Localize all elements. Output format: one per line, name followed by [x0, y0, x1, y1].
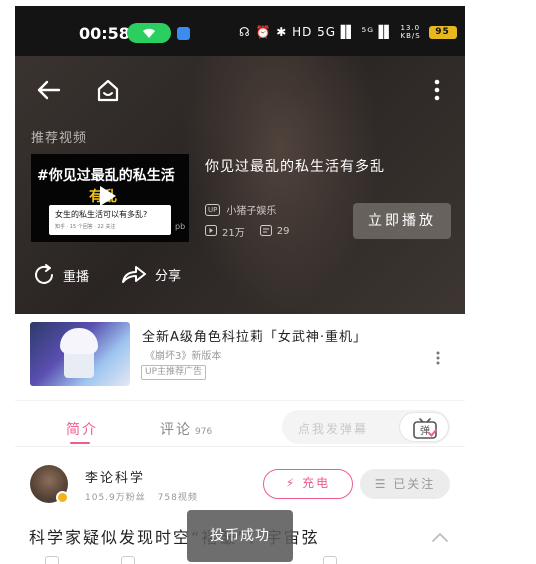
uploader-name[interactable]: 李论科学: [85, 467, 145, 486]
charge-button[interactable]: ⚡ 充电: [263, 469, 353, 499]
battery-icon: 95: [428, 25, 457, 39]
share-label: 分享: [155, 268, 182, 284]
detail-tabs: 简介 评论 976 点我发弹幕 弹: [15, 400, 465, 444]
thumbnail-question-meta: 知乎 · 15 个回答 · 22 关注: [55, 224, 116, 230]
status-bar: 00:58 ☊ ⏰ ✱ HD 5G▐▌ ⁵ᴳ▐▌ 13.0 KB/S 95: [15, 6, 465, 56]
danmaku-button-label: 弹: [420, 424, 430, 437]
network-speed: 13.0 KB/S: [400, 24, 421, 40]
thumbnail-extra-text: pb: [175, 222, 186, 231]
recommended-video-thumbnail[interactable]: #你见过最乱的私生活 有乱 女生的私生活可以有多乱? 知乎 · 15 个回答 ·…: [31, 154, 189, 242]
danmaku-toggle-button[interactable]: 弹: [399, 412, 449, 442]
video-player[interactable]: 推荐视频 #你见过最乱的私生活 有乱 女生的私生活可以有多乱? 知乎 · 15 …: [15, 56, 465, 314]
uploader-section: 李论科学 105.9万粉丝 758视频 ⚡ 充电 ☰ 已关注: [15, 446, 465, 506]
promo-character-hair: [60, 328, 98, 354]
verified-badge-icon: [56, 491, 69, 504]
danmaku-placeholder: 点我发弹幕: [298, 422, 369, 436]
danmaku-count-icon: [259, 224, 272, 239]
promo-more-icon[interactable]: [435, 350, 441, 370]
replay-label: 重播: [63, 269, 90, 285]
follow-button[interactable]: ☰ 已关注: [360, 469, 450, 499]
app-screen: 00:58 ☊ ⏰ ✱ HD 5G▐▌ ⁵ᴳ▐▌ 13.0 KB/S 95 推荐…: [15, 6, 465, 564]
promo-ad-tag: UP主推荐广告: [141, 365, 207, 380]
promo-title: 全新A级角色科拉莉「女武神·重机」: [142, 330, 368, 345]
share-icon: [122, 266, 146, 283]
back-arrow-icon[interactable]: [37, 80, 61, 104]
status-time: 00:58: [79, 24, 130, 43]
tab-intro[interactable]: 简介: [66, 419, 98, 439]
share-button[interactable]: 分享: [121, 264, 181, 284]
toast-message: 投币成功: [187, 510, 293, 562]
replay-icon: [35, 264, 53, 284]
danmaku-input[interactable]: 点我发弹幕 弹: [282, 410, 450, 444]
menu-lines-icon: ☰: [374, 477, 388, 491]
recommended-label: 推荐视频: [31, 131, 88, 146]
like-icon[interactable]: [45, 556, 59, 564]
uploader-followers: 105.9万粉丝: [85, 493, 146, 503]
status-icons: ☊ ⏰ ✱ HD 5G▐▌ ⁵ᴳ▐▌ 13.0 KB/S 95: [239, 24, 457, 40]
tab-comments[interactable]: 评论 976: [160, 419, 212, 439]
danmaku-tv-icon: 弹: [413, 418, 437, 439]
recommended-video-title[interactable]: 你见过最乱的私生活有多乱: [205, 156, 385, 176]
recommended-uploader-row: UP 小猪子娱乐: [205, 202, 276, 217]
recommended-stats-row: 21万 29: [205, 224, 289, 239]
promoted-video-row[interactable]: 全新A级角色科拉莉「女武神·重机」 《崩坏3》新版本 UP主推荐广告: [15, 314, 465, 398]
charge-label: 充电: [302, 476, 331, 490]
play-now-button[interactable]: 立即播放: [353, 203, 451, 239]
tab-comments-count: 976: [195, 427, 213, 437]
thumbnail-question-card: 女生的私生活可以有多乱? 知乎 · 15 个回答 · 22 关注: [49, 205, 171, 235]
thumbnail-title: #你见过最乱的私生活: [37, 168, 175, 184]
lightning-icon: ⚡: [285, 476, 297, 490]
tab-comments-label: 评论: [160, 422, 192, 438]
up-badge-icon: UP: [205, 203, 221, 216]
status-indicator-icons: ☊ ⏰ ✱ HD 5G▐▌ ⁵ᴳ▐▌: [239, 25, 395, 39]
promo-thumbnail: [30, 322, 130, 386]
dislike-icon[interactable]: [121, 556, 135, 564]
home-icon[interactable]: [95, 78, 121, 108]
recommended-uploader-name: 小猪子娱乐: [226, 206, 277, 217]
tab-active-indicator: [70, 442, 90, 444]
more-options-icon[interactable]: [433, 78, 441, 106]
app-notification-icon: [177, 27, 190, 40]
views-icon: [205, 224, 217, 239]
recommended-danmaku-count: 29: [276, 226, 290, 237]
favorite-icon[interactable]: [323, 556, 337, 564]
replay-button[interactable]: 重播: [33, 264, 89, 286]
uploader-videos: 758视频: [157, 493, 198, 503]
wifi-hotspot-icon: [127, 23, 171, 43]
video-background-frame: [180, 56, 380, 314]
promo-subtitle: 《崩坏3》新版本: [145, 351, 222, 362]
thumbnail-question: 女生的私生活可以有多乱?: [55, 210, 148, 219]
play-icon: [100, 186, 116, 206]
recommended-views: 21万: [222, 228, 245, 239]
chevron-up-icon[interactable]: [431, 528, 449, 547]
follow-label: 已关注: [393, 477, 436, 491]
uploader-stats: 105.9万粉丝 758视频: [85, 490, 198, 503]
